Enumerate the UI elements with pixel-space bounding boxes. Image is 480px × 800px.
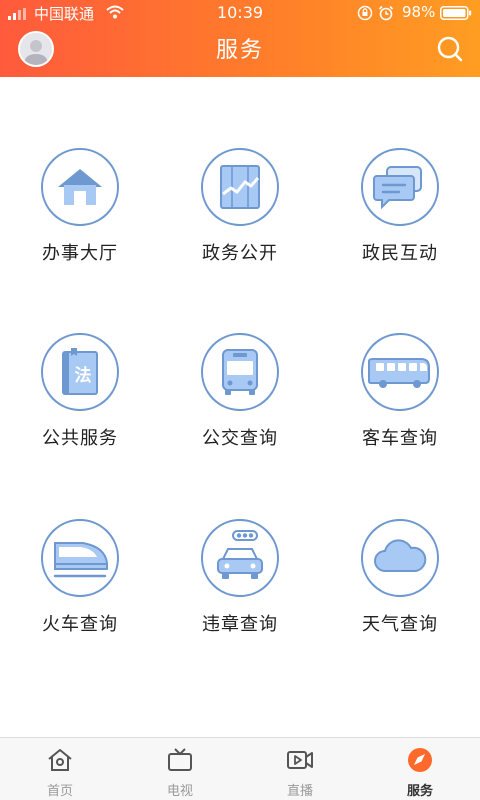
search-icon[interactable] (436, 35, 464, 63)
alarm-icon (378, 5, 394, 21)
battery-percent: 98% (402, 3, 436, 21)
service-icon-circle (201, 519, 279, 597)
service-tile-train-query[interactable]: 火车查询 (0, 448, 160, 635)
tab-label: 服务 (406, 784, 433, 799)
service-label: 违章查询 (202, 614, 278, 635)
service-label: 公交查询 (202, 428, 278, 449)
tab-tv[interactable]: 电视 (120, 738, 240, 800)
service-grid: 办事大厅 政务公开 政民互动 法 公共服务 公交查询 客车查询 火车查询 违章查… (0, 77, 480, 737)
chat-bubbles-icon (373, 166, 422, 210)
tab-home[interactable]: 首页 (0, 738, 120, 800)
tab-label: 电视 (166, 784, 193, 799)
tab-label: 首页 (46, 784, 73, 799)
service-icon-circle (361, 519, 439, 597)
tab-service[interactable]: 服务 (360, 738, 480, 800)
bullet-train-icon (53, 542, 108, 578)
service-icon-circle (361, 333, 439, 411)
service-tile-violation-query[interactable]: 违章查询 (160, 448, 320, 635)
service-tile-bus-query[interactable]: 公交查询 (160, 262, 320, 449)
service-label: 公共服务 (42, 428, 118, 449)
service-icon-circle (201, 148, 279, 226)
service-icon-circle: 法 (41, 333, 119, 411)
service-tile-coach-query[interactable]: 客车查询 (320, 262, 480, 449)
coach-bus-icon (368, 358, 430, 388)
law-book-icon: 法 (62, 348, 98, 395)
tab-label: 直播 (286, 784, 313, 799)
house-icon (58, 169, 102, 205)
service-label: 天气查询 (362, 614, 438, 635)
bottom-tab-bar: 首页 电视 直播 服务 (0, 737, 480, 800)
service-tile-weather-query[interactable]: 天气查询 (320, 448, 480, 635)
service-tile-public-service[interactable]: 法 公共服务 (0, 262, 160, 449)
service-label: 火车查询 (42, 614, 118, 635)
service-icon-circle (41, 148, 119, 226)
rotation-lock-icon (357, 5, 373, 21)
traffic-car-icon (217, 530, 263, 579)
svg-text:法: 法 (75, 365, 92, 386)
city-bus-icon (222, 349, 258, 395)
service-icon-circle (41, 519, 119, 597)
app-screen: 中国联通 10:39 98% 服务 办事大厅 政务公开 政民互动 法 公共服务 … (0, 0, 480, 800)
home-icon (48, 749, 72, 771)
service-tile-gov-affairs[interactable]: 政务公开 (160, 77, 320, 264)
cloud-icon (374, 539, 427, 572)
compass-icon (408, 748, 432, 772)
title-bar: 服务 (0, 26, 480, 77)
tv-icon (168, 748, 192, 771)
service-tile-office-hall[interactable]: 办事大厅 (0, 77, 160, 264)
service-label: 客车查询 (362, 428, 438, 449)
chart-panel-icon (220, 165, 260, 209)
service-tile-interaction[interactable]: 政民互动 (320, 77, 480, 264)
status-bar: 中国联通 10:39 98% (0, 0, 480, 26)
page-title: 服务 (215, 38, 264, 63)
service-icon-circle (201, 333, 279, 411)
service-icon-circle (361, 148, 439, 226)
app-header: 中国联通 10:39 98% 服务 (0, 0, 480, 77)
battery-icon (440, 6, 472, 20)
tab-live[interactable]: 直播 (240, 738, 360, 800)
live-video-icon (287, 751, 313, 769)
